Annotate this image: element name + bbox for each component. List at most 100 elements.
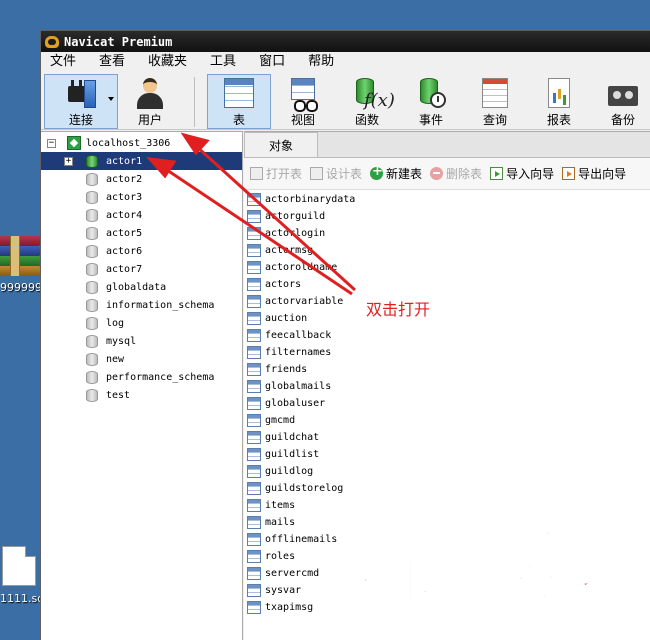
database-icon [86,352,98,366]
tree-database-row[interactable]: actor6 [41,242,242,260]
table-list-item[interactable]: guildstorelog [244,480,650,497]
view-button[interactable]: 视图 [271,74,335,129]
tree-database-row[interactable]: actor7 [41,260,242,278]
dropdown-arrow-icon[interactable] [108,97,114,101]
report-button[interactable]: 报表 [527,74,591,129]
title-bar[interactable]: Navicat Premium [41,31,650,52]
database-icon [86,316,98,330]
database-list: + actor1 actor2 actor3 actor4 actor5 actor6 act… [41,152,242,404]
table-name: friends [265,364,308,375]
backup-button[interactable]: 备份 [591,74,650,129]
table-list-item[interactable]: globaluser [244,395,650,412]
table-list-item[interactable]: guildchat [244,429,650,446]
table-list-item[interactable]: guildlog [244,463,650,480]
menu-view[interactable]: 查看 [92,52,132,72]
watermark-text: 手游资源下载 技术交流分享 [347,508,650,608]
database-icon [86,154,98,168]
user-label: 用户 [137,113,162,127]
menu-file[interactable]: 文件 [43,52,83,72]
table-list-item[interactable]: actors [244,276,650,293]
user-button[interactable]: 用户 [118,74,182,129]
database-label: actor4 [106,209,143,221]
new-table-button[interactable]: 新建表 [370,164,422,182]
table-list-item[interactable]: gmcmd [244,412,650,429]
design-table-icon [310,167,324,180]
expand-icon[interactable]: + [64,156,73,166]
table-icon [247,193,261,206]
table-list-item[interactable]: guildlist [244,446,650,463]
table-list-item[interactable]: auction [244,310,650,327]
table-name: globaluser [265,398,326,409]
table-button[interactable]: 表 [207,74,271,129]
table-list-item[interactable]: friends [244,361,650,378]
table-grid-icon [222,78,256,109]
table-list-item[interactable]: feecallback [244,327,650,344]
tree-database-row[interactable]: test [41,386,242,404]
tree-database-row[interactable]: actor5 [41,224,242,242]
table-icon [247,465,261,478]
tree-database-row[interactable]: new [41,350,242,368]
backup-tape-icon [606,78,640,109]
tree-connection-row[interactable]: − localhost_3306 [41,134,242,152]
table-name: mails [265,517,296,528]
delete-table-button[interactable]: 删除表 [430,165,482,182]
database-label: actor6 [106,245,143,257]
connection-icon [67,136,81,150]
design-table-button[interactable]: 设计表 [310,165,362,182]
tree-database-row[interactable]: mysql [41,332,242,350]
collapse-icon[interactable]: − [47,138,56,148]
menu-tools[interactable]: 工具 [203,52,243,72]
connect-button[interactable]: 连接 [44,74,118,129]
table-icon [247,431,261,444]
tree-database-row[interactable]: performance_schema [41,368,242,386]
user-icon [133,78,167,109]
toolbar-divider [194,77,195,127]
function-button[interactable]: f(x) 函数 [335,74,399,129]
menu-help[interactable]: 帮助 [301,52,341,72]
view-label: 视图 [290,113,315,127]
event-label: 事件 [418,113,443,127]
tree-database-row[interactable]: globaldata [41,278,242,296]
tree-database-row[interactable]: actor3 [41,188,242,206]
tree-database-row[interactable]: log [41,314,242,332]
table-name: txapimsg [265,602,314,613]
sql-file-label[interactable]: 1111.sq [0,592,44,605]
export-wizard-button[interactable]: 导出向导 [562,165,626,182]
table-icon [247,380,261,393]
table-list-item[interactable]: actorvariable [244,293,650,310]
database-label: mysql [106,335,137,347]
tree-database-row[interactable]: actor2 [41,170,242,188]
menu-favorites[interactable]: 收藏夹 [141,52,194,72]
table-icon [247,448,261,461]
table-label: 表 [232,113,245,127]
tree-database-row[interactable]: + actor1 [41,152,242,170]
open-table-button[interactable]: 打开表 [250,165,302,182]
plug-icon [64,78,98,109]
window-title: Navicat Premium [64,34,173,49]
tree-database-row[interactable]: information_schema [41,296,242,314]
winrar-archive-icon[interactable] [0,236,44,276]
table-icon [247,227,261,240]
query-button[interactable]: 查询 [463,74,527,129]
tab-objects[interactable]: 对象 [244,132,318,157]
table-list-item[interactable]: actorlogin [244,225,650,242]
sql-file-icon[interactable] [2,546,36,586]
import-wizard-button[interactable]: 导入向导 [490,165,554,182]
table-icon [247,414,261,427]
table-list-item[interactable]: actormsg [244,242,650,259]
connection-tree[interactable]: − localhost_3306 + actor1 actor2 actor3 acto… [41,131,243,640]
query-label: 查询 [482,113,507,127]
menu-window[interactable]: 窗口 [252,52,292,72]
watermark-line-1: 手游资源下载 [347,509,600,557]
tree-database-row[interactable]: actor4 [41,206,242,224]
table-list-item[interactable]: actorbinarydata [244,191,650,208]
database-icon [86,226,98,240]
table-list-item[interactable]: filternames [244,344,650,361]
table-list-item[interactable]: actoroldname [244,259,650,276]
database-label: performance_schema [106,371,215,383]
rar-file-label[interactable]: 999999. [0,281,46,294]
table-list-item[interactable]: globalmails [244,378,650,395]
event-button[interactable]: 事件 [399,74,463,129]
database-label: information_schema [106,299,215,311]
table-list-item[interactable]: actorguild [244,208,650,225]
